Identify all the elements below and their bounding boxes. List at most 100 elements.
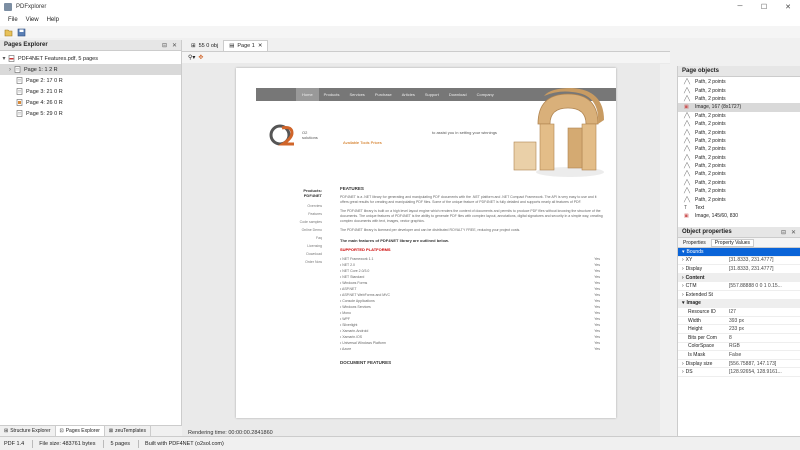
chevron-down-icon[interactable]: ▾ (682, 300, 685, 306)
property-row[interactable]: Width 393 px (678, 317, 800, 326)
page-object-row[interactable]: ╱╲ Path, 2 points (678, 78, 800, 86)
page-object-label: Path, 2 points (695, 179, 726, 186)
page-object-row[interactable]: ▣ Image, 145/60, 830 (678, 212, 800, 220)
page-object-row[interactable]: ╱╲ Path, 2 points (678, 170, 800, 178)
page-object-row[interactable]: ╱╲ Path, 2 points (678, 195, 800, 203)
page-object-row[interactable]: ╱╲ Path, 2 points (678, 128, 800, 136)
chevron-down-icon[interactable]: ▾ (0, 55, 8, 62)
chevron-down-icon[interactable]: ▾ (682, 249, 685, 255)
page-object-label: Path, 2 points (695, 95, 726, 102)
page-object-row[interactable]: ╱╲ Path, 2 points (678, 137, 800, 145)
page-viewport[interactable]: Home Products Services Purchase Articles… (182, 64, 660, 436)
open-file-icon[interactable] (4, 28, 13, 37)
pages-explorer-title: Pages Explorer (4, 42, 48, 48)
page-object-label: Path, 2 points (695, 163, 726, 170)
pin-icon[interactable]: ⊟ (781, 229, 786, 236)
tab-properties[interactable]: Properties (680, 240, 709, 246)
page-object-row[interactable]: ╱╲ Path, 2 points (678, 179, 800, 187)
tree-row-page-5[interactable]: Page 5: 29 0 R (0, 108, 181, 119)
path-icon: ╱╲ (684, 179, 691, 186)
tab-page-1[interactable]: ▤ Page 1 ✕ (223, 40, 269, 51)
property-row[interactable]: Is Mask False (678, 351, 800, 360)
pointer-icon[interactable]: ✥ (198, 54, 203, 61)
property-key-label: Width (688, 317, 701, 324)
tab-55-0-obj[interactable]: ⊞ 55 0 obj (186, 40, 223, 51)
minimize-button[interactable]: ─ (728, 0, 752, 13)
property-key-label: Display (685, 265, 703, 272)
maximize-button[interactable]: ☐ (752, 0, 776, 13)
chevron-right-icon[interactable]: › (682, 257, 684, 263)
property-row[interactable]: › Display size [556.75887, 147.173] (678, 360, 800, 369)
page-object-row[interactable]: T Text (678, 204, 800, 212)
page-object-row[interactable]: ╱╲ Path, 2 points (678, 112, 800, 120)
structure-icon: ⊞ (4, 428, 9, 434)
menu-file[interactable]: File (4, 17, 22, 23)
window-title: PDFxplorer (16, 3, 47, 10)
platforms-list: • NET Framework 1.1 Yes • NET 2.0 Yes • NET … (340, 256, 604, 352)
chevron-right-icon[interactable]: › (682, 266, 684, 272)
close-pane-icon[interactable]: ✕ (791, 229, 796, 236)
zoom-icon[interactable]: ⚲▾ (188, 54, 195, 61)
save-icon[interactable] (17, 28, 26, 37)
document-features-heading: DOCUMENT FEATURES (340, 360, 392, 365)
chevron-right-icon[interactable]: › (682, 292, 684, 298)
page-object-row[interactable]: ╱╲ Path, 2 points (678, 95, 800, 103)
page-object-row[interactable]: ╱╲ Path, 2 points (678, 187, 800, 195)
tab-pages-explorer[interactable]: ⊡ Pages Explorer (55, 426, 105, 436)
close-tab-icon[interactable]: ✕ (258, 43, 263, 49)
menu-view[interactable]: View (22, 17, 43, 23)
page-object-row[interactable]: ╱╲ Path, 2 points (678, 145, 800, 153)
property-row[interactable]: ▾ Bounds (678, 248, 800, 257)
web-nav-item: Support (424, 92, 439, 97)
property-row[interactable]: › Extended St (678, 291, 800, 300)
property-row[interactable]: ▾ Image (678, 299, 800, 309)
page-object-row[interactable]: ▣ Image, 167 (8x1727) (678, 103, 800, 112)
page-objects-scrollbar[interactable] (668, 66, 677, 226)
image-icon: ▣ (684, 213, 689, 220)
property-row[interactable]: ColorSpace RGB (678, 343, 800, 352)
property-row[interactable]: › XY [31.8333, 231.4777] (678, 257, 800, 266)
web-sublink: Available Tools Prices (343, 140, 382, 145)
chevron-right-icon[interactable]: › (682, 361, 684, 367)
side-nav-item: Features (308, 212, 322, 216)
page-object-row[interactable]: ╱╲ Path, 2 points (678, 120, 800, 128)
property-row[interactable]: › DS [128.92654, 128.9161... (678, 368, 800, 377)
property-row[interactable]: Height 233 px (678, 325, 800, 334)
property-value: [128.92654, 128.9161... (729, 369, 782, 376)
tab-structure-explorer[interactable]: ⊞ Structure Explorer (0, 426, 56, 436)
tree-row-page-2[interactable]: Page 2: 17 0 R (0, 75, 181, 86)
tree-row-document[interactable]: ▾ PDF4NET Features.pdf, 5 pages (0, 53, 181, 64)
chevron-right-icon[interactable]: › (682, 275, 684, 281)
tree-label: Page 4: 26 0 R (26, 99, 63, 106)
property-row[interactable]: Resource ID I27 (678, 308, 800, 317)
chevron-right-icon[interactable]: › (6, 67, 14, 73)
property-key: › DS (678, 369, 726, 375)
chevron-right-icon[interactable]: › (682, 283, 684, 289)
web-nav-item: Download (448, 92, 467, 97)
tree-label: Page 2: 17 0 R (26, 77, 63, 84)
close-pane-icon[interactable]: ✕ (172, 42, 177, 49)
property-row[interactable]: › Content (678, 273, 800, 283)
property-key-label: Bounds (686, 248, 704, 255)
page-object-row[interactable]: ╱╲ Path, 2 points (678, 154, 800, 162)
path-icon: ╱╲ (684, 137, 691, 144)
property-value: [557.88888 0 0 1 0.15... (729, 283, 782, 290)
tree-row-page-3[interactable]: Page 3: 21 0 R (0, 86, 181, 97)
page-count: 5 pages (110, 440, 131, 447)
menu-help[interactable]: Help (43, 17, 63, 23)
tree-row-page-1[interactable]: › Page 1: 1 2 R (0, 64, 181, 75)
property-row[interactable]: Bits per Com 8 (678, 334, 800, 343)
page-object-label: Path, 2 points (695, 196, 726, 203)
property-row[interactable]: › Display [31.8333, 231.4777] (678, 265, 800, 274)
property-key: › Content (678, 275, 726, 281)
chevron-right-icon[interactable]: › (682, 369, 684, 375)
page-object-row[interactable]: ╱╲ Path, 2 points (678, 162, 800, 170)
tab-property-values[interactable]: Property Values (710, 238, 754, 247)
tab-templates[interactable]: ⊠ zeuTemplates (105, 426, 151, 436)
tree-row-page-4[interactable]: Page 4: 26 0 R (0, 97, 181, 108)
pin-icon[interactable]: ⊟ (162, 42, 167, 49)
property-key: ▾ Image (678, 300, 726, 306)
property-row[interactable]: › CTM [557.88888 0 0 1 0.15... (678, 282, 800, 291)
close-button[interactable]: ✕ (776, 0, 800, 13)
page-object-row[interactable]: ╱╲ Path, 2 points (678, 86, 800, 94)
